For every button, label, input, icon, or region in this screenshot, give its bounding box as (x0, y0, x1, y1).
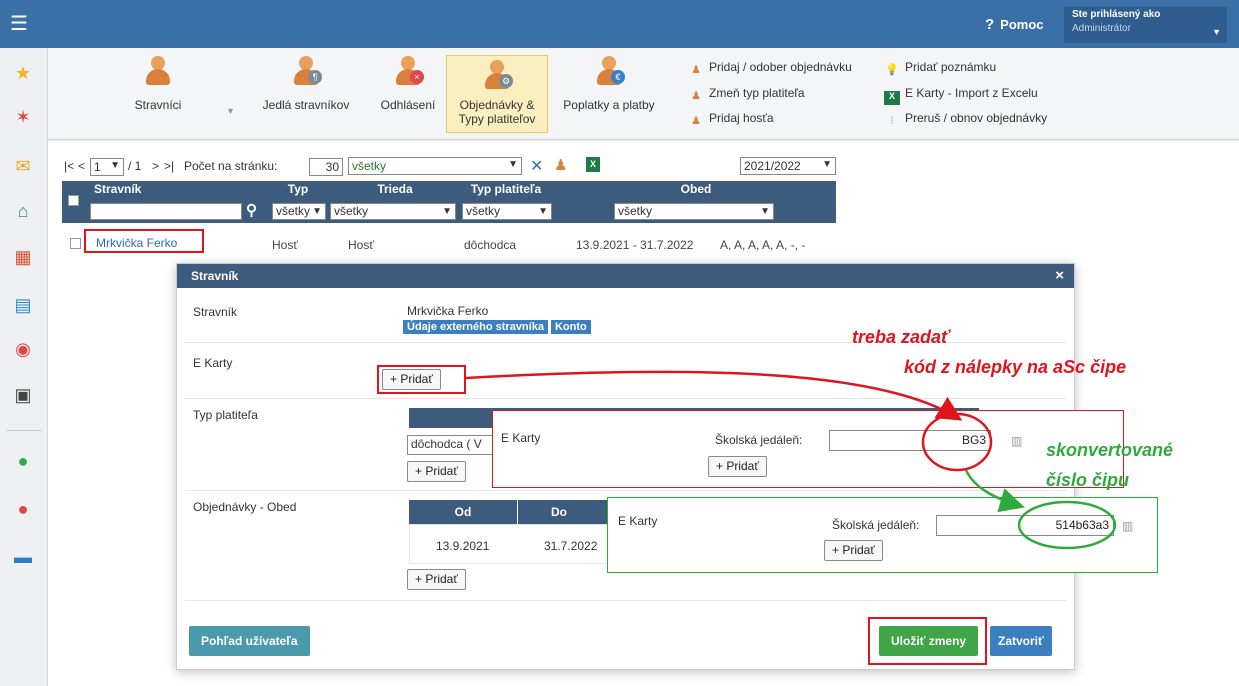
green-circle (1017, 500, 1117, 550)
green-arrow (964, 469, 1025, 513)
annotation-green-line1: skonvertované (1046, 440, 1174, 460)
annotation-green-line2: číslo čipu (1046, 470, 1130, 490)
red-arrow (465, 370, 963, 421)
annotation-red-line2: kód z nálepky na aSc čipe (904, 357, 1127, 377)
annotation-red-line1: treba zadať (852, 327, 950, 347)
annotation-overlay (465, 370, 1117, 550)
red-circle (921, 412, 993, 472)
